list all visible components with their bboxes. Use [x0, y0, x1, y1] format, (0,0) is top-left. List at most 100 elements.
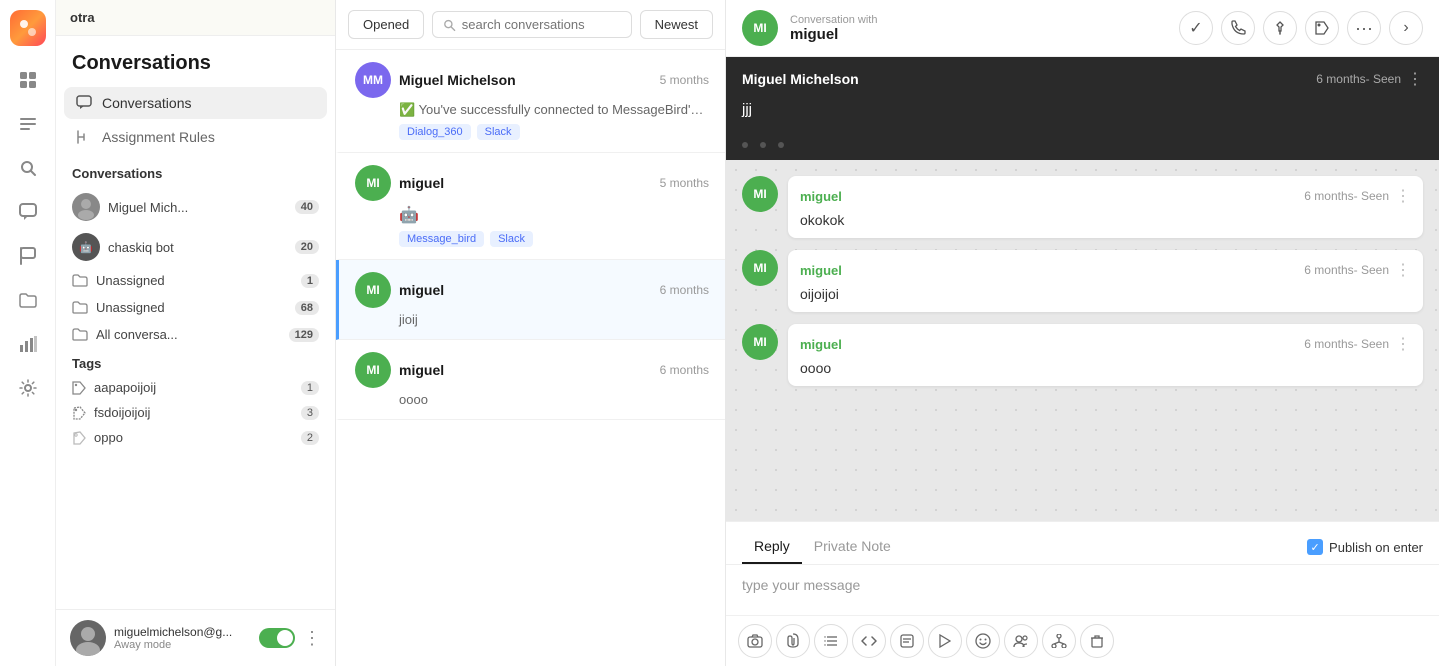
delete-button[interactable] — [1080, 624, 1114, 658]
dot — [778, 142, 784, 148]
message-bubble-3: miguel 6 months- Seen ⋮ oooo — [788, 324, 1423, 386]
avatar: MI — [742, 250, 778, 286]
sidebar-folders: Unassigned 1 Unassigned 68 All conversa.… — [56, 267, 335, 348]
attachment-button[interactable] — [776, 624, 810, 658]
avatar: MI — [355, 352, 391, 388]
folder-icon — [72, 274, 88, 287]
nav-icon-settings[interactable] — [8, 368, 48, 408]
message-bubble-2: miguel 6 months- Seen ⋮ oijoijoi — [788, 250, 1423, 312]
check-button[interactable]: ✓ — [1179, 11, 1213, 45]
publish-checkbox[interactable]: ✓ — [1307, 539, 1323, 555]
dot — [760, 142, 766, 148]
folder-icon — [72, 328, 88, 341]
reply-tabs: Reply Private Note ✓ Publish on enter — [726, 522, 1439, 565]
tab-reply[interactable]: Reply — [742, 530, 802, 564]
messages-area: MI miguel 6 months- Seen ⋮ okokok — [726, 160, 1439, 521]
label-button[interactable] — [1305, 11, 1339, 45]
opened-button[interactable]: Opened — [348, 10, 424, 39]
chat-header-avatar: MI — [742, 10, 778, 46]
pin-button[interactable] — [1263, 11, 1297, 45]
integration-button[interactable] — [1042, 624, 1076, 658]
sidebar-folder-unassigned-2[interactable]: Unassigned 68 — [56, 294, 335, 321]
search-input[interactable] — [462, 17, 621, 32]
conversations-list: Opened Newest MM Miguel Michelson 5 mont… — [336, 0, 726, 666]
more-btn[interactable]: ⋮ — [1407, 69, 1423, 89]
chat-header-actions: ✓ ··· › — [1179, 11, 1423, 45]
message-more-btn[interactable]: ⋮ — [1395, 186, 1411, 206]
tag-item-3[interactable]: oppo 2 — [72, 425, 319, 450]
reply-toolbar — [726, 615, 1439, 666]
nav-icon-reports[interactable] — [8, 324, 48, 364]
sidebar-section-conversations: Conversations — [56, 157, 335, 187]
phone-button[interactable] — [1221, 11, 1255, 45]
icon-sidebar — [0, 0, 56, 666]
folder-icon — [72, 301, 88, 314]
more-options-button[interactable]: ··· — [1347, 11, 1381, 45]
sidebar-folder-unassigned-1[interactable]: Unassigned 1 — [56, 267, 335, 294]
message-group-1: MI miguel 6 months- Seen ⋮ okokok — [742, 176, 1423, 238]
conv-item-2[interactable]: MI miguel 5 months 🤖 Message_bird Slack — [336, 153, 725, 260]
collapse-button[interactable]: › — [1389, 11, 1423, 45]
play-button[interactable] — [928, 624, 962, 658]
camera-button[interactable] — [738, 624, 772, 658]
sidebar-contact-item-bot[interactable]: 🤖 chaskiq bot 20 — [56, 227, 335, 267]
article-button[interactable] — [890, 624, 924, 658]
chat-header: MI Conversation with miguel ✓ ··· › — [726, 0, 1439, 57]
search-icon — [443, 18, 456, 32]
avatar: MI — [355, 165, 391, 201]
sidebar-title: Conversations — [56, 36, 335, 83]
conv-item-3[interactable]: MI miguel 6 months jioij — [336, 260, 725, 340]
tag-item-2[interactable]: fsdoijoijoij 3 — [72, 400, 319, 425]
message-more-btn[interactable]: ⋮ — [1395, 334, 1411, 354]
conv-toolbar: Opened Newest — [336, 0, 725, 50]
code-button[interactable] — [852, 624, 886, 658]
nav-icon-contacts[interactable] — [8, 104, 48, 144]
conversations-icon — [76, 95, 92, 111]
nav-icon-search[interactable] — [8, 148, 48, 188]
nav-icon-grid[interactable] — [8, 60, 48, 100]
conv-tags: Message_bird Slack — [399, 231, 709, 247]
tag-item-1[interactable]: aapapoijoij 1 — [72, 375, 319, 400]
footer-more-btn[interactable]: ⋮ — [303, 628, 321, 649]
dark-message-dots — [726, 134, 1439, 160]
app-logo — [10, 10, 46, 46]
tag-icon — [72, 381, 86, 395]
message-bubble-1: miguel 6 months- Seen ⋮ okokok — [788, 176, 1423, 238]
sidebar-nav-item-conversations[interactable]: Conversations — [64, 87, 327, 119]
bot-icon: 🤖 — [399, 205, 709, 225]
reply-input-area[interactable]: type your message — [726, 565, 1439, 615]
chat-header-info: Conversation with miguel — [790, 14, 1167, 43]
tag-icon — [72, 406, 86, 420]
message-more-btn[interactable]: ⋮ — [1395, 260, 1411, 280]
dot — [742, 142, 748, 148]
footer-avatar — [70, 620, 106, 656]
conv-item-1[interactable]: MM Miguel Michelson 5 months ✅ You've su… — [336, 50, 725, 153]
tab-private-note[interactable]: Private Note — [802, 530, 903, 564]
assignment-icon — [76, 129, 92, 145]
nav-icon-folder[interactable] — [8, 280, 48, 320]
emoji-button[interactable] — [966, 624, 1000, 658]
sidebar-contact-item-miguel[interactable]: Miguel Mich... 40 — [56, 187, 335, 227]
avatar — [72, 193, 100, 221]
list-button[interactable] — [814, 624, 848, 658]
workspace-name: otra — [70, 10, 95, 25]
chat-messages: Miguel Michelson 6 months- Seen ⋮ jjj — [726, 57, 1439, 521]
avatar: MM — [355, 62, 391, 98]
reply-area: Reply Private Note ✓ Publish on enter ty… — [726, 521, 1439, 666]
sidebar-folder-all[interactable]: All conversa... 129 — [56, 321, 335, 348]
nav-icon-flag[interactable] — [8, 236, 48, 276]
sidebar-nav-item-assignment[interactable]: Assignment Rules — [64, 121, 327, 153]
people-button[interactable] — [1004, 624, 1038, 658]
sidebar-nav: Conversations Assignment Rules — [56, 83, 335, 157]
search-bar — [432, 11, 631, 38]
away-mode-toggle[interactable] — [259, 628, 295, 648]
avatar: 🤖 — [72, 233, 100, 261]
tag-icon-outline — [72, 431, 86, 445]
conv-tags: Dialog_360 Slack — [399, 124, 709, 140]
sidebar: otra Conversations Conversations Assignm… — [56, 0, 336, 666]
newest-button[interactable]: Newest — [640, 10, 713, 39]
avatar: MI — [355, 272, 391, 308]
avatar: MI — [742, 324, 778, 360]
nav-icon-chat[interactable] — [8, 192, 48, 232]
conv-item-4[interactable]: MI miguel 6 months oooo — [336, 340, 725, 420]
